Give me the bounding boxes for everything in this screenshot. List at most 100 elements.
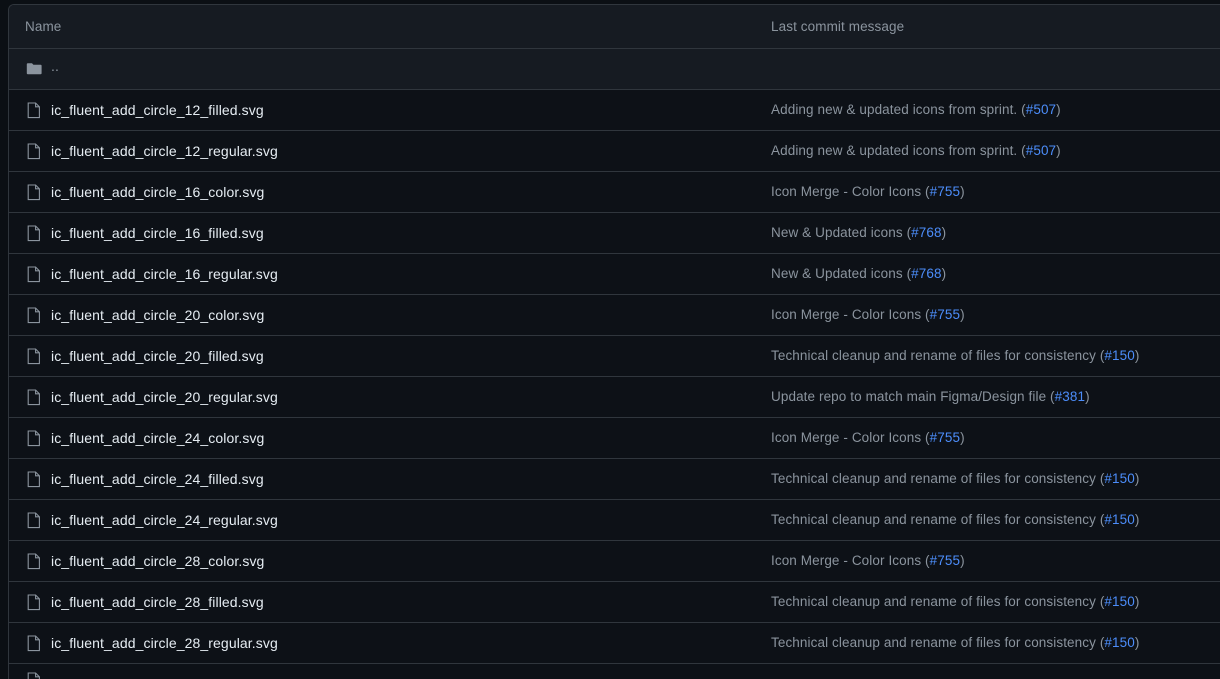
- commit-message-cell: Icon Merge - Color Icons (#755): [771, 552, 1220, 570]
- pull-request-link[interactable]: #150: [1104, 471, 1134, 486]
- file-icon: [17, 265, 51, 283]
- commit-message-text: Technical cleanup and rename of files fo…: [771, 512, 1105, 527]
- file-icon: [17, 224, 51, 242]
- commit-message-text: Technical cleanup and rename of files fo…: [771, 635, 1105, 650]
- file-name-label: ic_fluent_add_circle_20_regular.svg: [51, 389, 278, 405]
- pull-request-link[interactable]: #755: [930, 553, 960, 568]
- commit-message-cell: Adding new & updated icons from sprint. …: [771, 142, 1220, 160]
- commit-message-tail: ): [960, 553, 965, 568]
- table-row[interactable]: ic_fluent_add_circle_12_filled.svg Adding…: [9, 90, 1220, 131]
- commit-message-text: Icon Merge - Color Icons (: [771, 307, 930, 322]
- commit-message-cell: Update repo to match main Figma/Design f…: [771, 388, 1220, 406]
- table-row[interactable]: ic_fluent_add_circle_20_regular.svg Updat…: [9, 377, 1220, 418]
- pull-request-link[interactable]: #150: [1104, 594, 1134, 609]
- file-name-label: ic_fluent_add_circle_16_regular.svg: [51, 266, 278, 282]
- file-name-cell[interactable]: ic_fluent_add_circle_28_color.svg: [17, 552, 771, 570]
- column-header-name-label: Name: [25, 19, 62, 34]
- file-name-cell[interactable]: ic_fluent_add_circle_12_filled.svg: [17, 101, 771, 119]
- pull-request-link[interactable]: #381: [1055, 389, 1085, 404]
- file-name-cell[interactable]: ic_fluent_add_circle_28_regular.svg: [17, 634, 771, 652]
- table-header-row: Name Last commit message: [9, 5, 1220, 49]
- file-name-label: ic_fluent_add_circle_20_color.svg: [51, 307, 265, 323]
- table-row[interactable]: ic_fluent_add_circle_20_color.svg Icon Me…: [9, 295, 1220, 336]
- file-name-cell[interactable]: ic_fluent_add_circle_24_color.svg: [17, 429, 771, 447]
- file-icon: [17, 183, 51, 201]
- table-row[interactable]: ic_fluent_add_circle_16_color.svg Icon Me…: [9, 172, 1220, 213]
- commit-message-tail: ): [1056, 143, 1061, 158]
- file-name-label: ic_fluent_add_circle_20_filled.svg: [51, 348, 264, 364]
- pull-request-link[interactable]: #768: [911, 266, 941, 281]
- pull-request-link[interactable]: #768: [911, 225, 941, 240]
- file-icon: [17, 664, 51, 679]
- commit-message-text: New & Updated icons (: [771, 225, 912, 240]
- pull-request-link[interactable]: #755: [930, 184, 960, 199]
- file-name-label: ic_fluent_add_circle_28_regular.svg: [51, 635, 278, 651]
- table-row[interactable]: ic_fluent_add_circle_16_regular.svg New &…: [9, 254, 1220, 295]
- file-icon: [17, 593, 51, 611]
- commit-message-cell: New & Updated icons (#768): [771, 224, 1220, 242]
- file-icon: [17, 429, 51, 447]
- file-name-cell[interactable]: ic_fluent_add_circle_20_filled.svg: [17, 347, 771, 365]
- file-name-cell[interactable]: ic_fluent_add_circle_28_filled.svg: [17, 593, 771, 611]
- file-icon: [17, 552, 51, 570]
- table-row[interactable]: ic_fluent_add_circle_12_regular.svg Addin…: [9, 131, 1220, 172]
- table-row[interactable]: ic_fluent_add_circle_24_regular.svg Techn…: [9, 500, 1220, 541]
- table-row[interactable]: ic_fluent_add_circle_16_filled.svg New & …: [9, 213, 1220, 254]
- file-name-label: ic_fluent_add_circle_12_regular.svg: [51, 143, 278, 159]
- file-name-cell[interactable]: ic_fluent_add_circle_20_regular.svg: [17, 388, 771, 406]
- commit-message-text: Icon Merge - Color Icons (: [771, 184, 930, 199]
- pull-request-link[interactable]: #507: [1026, 102, 1056, 117]
- pull-request-link[interactable]: #150: [1104, 348, 1134, 363]
- commit-message-tail: ): [960, 430, 965, 445]
- table-row[interactable]: ic_fluent_add_circle_24_filled.svg Techni…: [9, 459, 1220, 500]
- file-name-cell[interactable]: ic_fluent_add_circle_16_filled.svg: [17, 224, 771, 242]
- commit-message-tail: ): [1134, 635, 1140, 650]
- commit-message-tail: ): [960, 307, 965, 322]
- file-icon: [17, 470, 51, 488]
- commit-message-tail: ): [1085, 389, 1090, 404]
- file-name-cell[interactable]: ic_fluent_add_circle_20_color.svg: [17, 306, 771, 324]
- file-name-label: ic_fluent_add_circle_28_filled.svg: [51, 594, 264, 610]
- file-icon: [17, 511, 51, 529]
- commit-message-cell: Icon Merge - Color Icons (#755): [771, 306, 1220, 324]
- file-icon: [17, 388, 51, 406]
- file-name-cell[interactable]: ic_fluent_add_circle_16_regular.svg: [17, 265, 771, 283]
- table-row[interactable]: ic_fluent_add_circle_28_color.svg Icon Me…: [9, 541, 1220, 582]
- commit-message-tail: ): [1134, 594, 1140, 609]
- table-row[interactable]: ic_fluent_add_circle_28_regular.svg Techn…: [9, 623, 1220, 664]
- file-name-cell[interactable]: ic_fluent_add_circle_24_filled.svg: [17, 470, 771, 488]
- column-header-last-commit-message: Last commit message: [771, 18, 1220, 36]
- pull-request-link[interactable]: #150: [1104, 512, 1134, 527]
- table-row[interactable]: ic_fluent_add_circle_28_filled.svg Techni…: [9, 582, 1220, 623]
- parent-directory-row[interactable]: ..: [9, 49, 1220, 90]
- file-name-cell[interactable]: ic_fluent_add_circle_16_color.svg: [17, 183, 771, 201]
- file-name-cell[interactable]: ic_fluent_add_circle_12_regular.svg: [17, 142, 771, 160]
- commit-message-tail: ): [941, 225, 947, 240]
- commit-message-cell: Technical cleanup and rename of files fo…: [771, 593, 1220, 611]
- pull-request-link[interactable]: #755: [930, 307, 960, 322]
- commit-message-cell: Adding new & updated icons from sprint. …: [771, 101, 1220, 119]
- table-row[interactable]: ic_fluent_add_circle_24_color.svg Icon Me…: [9, 418, 1220, 459]
- commit-message-cell: Icon Merge - Color Icons (#755): [771, 429, 1220, 447]
- commit-message-tail: ): [960, 184, 965, 199]
- commit-message-cell: Technical cleanup and rename of files fo…: [771, 511, 1220, 529]
- commit-message-tail: ): [1134, 512, 1140, 527]
- pull-request-link[interactable]: #755: [930, 430, 960, 445]
- file-browser: Name Last commit message .. ic_fluent_ad…: [0, 0, 1220, 679]
- commit-message-tail: ): [1134, 471, 1140, 486]
- file-name-label: ic_fluent_add_circle_16_color.svg: [51, 184, 265, 200]
- table-row[interactable]: ic_fluent_add_circle_20_filled.svg Techni…: [9, 336, 1220, 377]
- commit-message-cell: Technical cleanup and rename of files fo…: [771, 470, 1220, 488]
- commit-message-text: Update repo to match main Figma/Design f…: [771, 389, 1055, 404]
- commit-message-tail: ): [1134, 348, 1140, 363]
- pull-request-link[interactable]: #507: [1026, 143, 1056, 158]
- file-name-label: ic_fluent_add_circle_24_color.svg: [51, 430, 265, 446]
- table-row-partial[interactable]: [9, 664, 1220, 679]
- pull-request-link[interactable]: #150: [1104, 635, 1134, 650]
- file-icon: [17, 142, 51, 160]
- commit-message-text: Icon Merge - Color Icons (: [771, 430, 930, 445]
- commit-message-text: Icon Merge - Color Icons (: [771, 553, 930, 568]
- file-list-table: Name Last commit message .. ic_fluent_ad…: [8, 4, 1220, 679]
- file-name-cell[interactable]: ic_fluent_add_circle_24_regular.svg: [17, 511, 771, 529]
- parent-directory-name-cell: ..: [17, 61, 771, 77]
